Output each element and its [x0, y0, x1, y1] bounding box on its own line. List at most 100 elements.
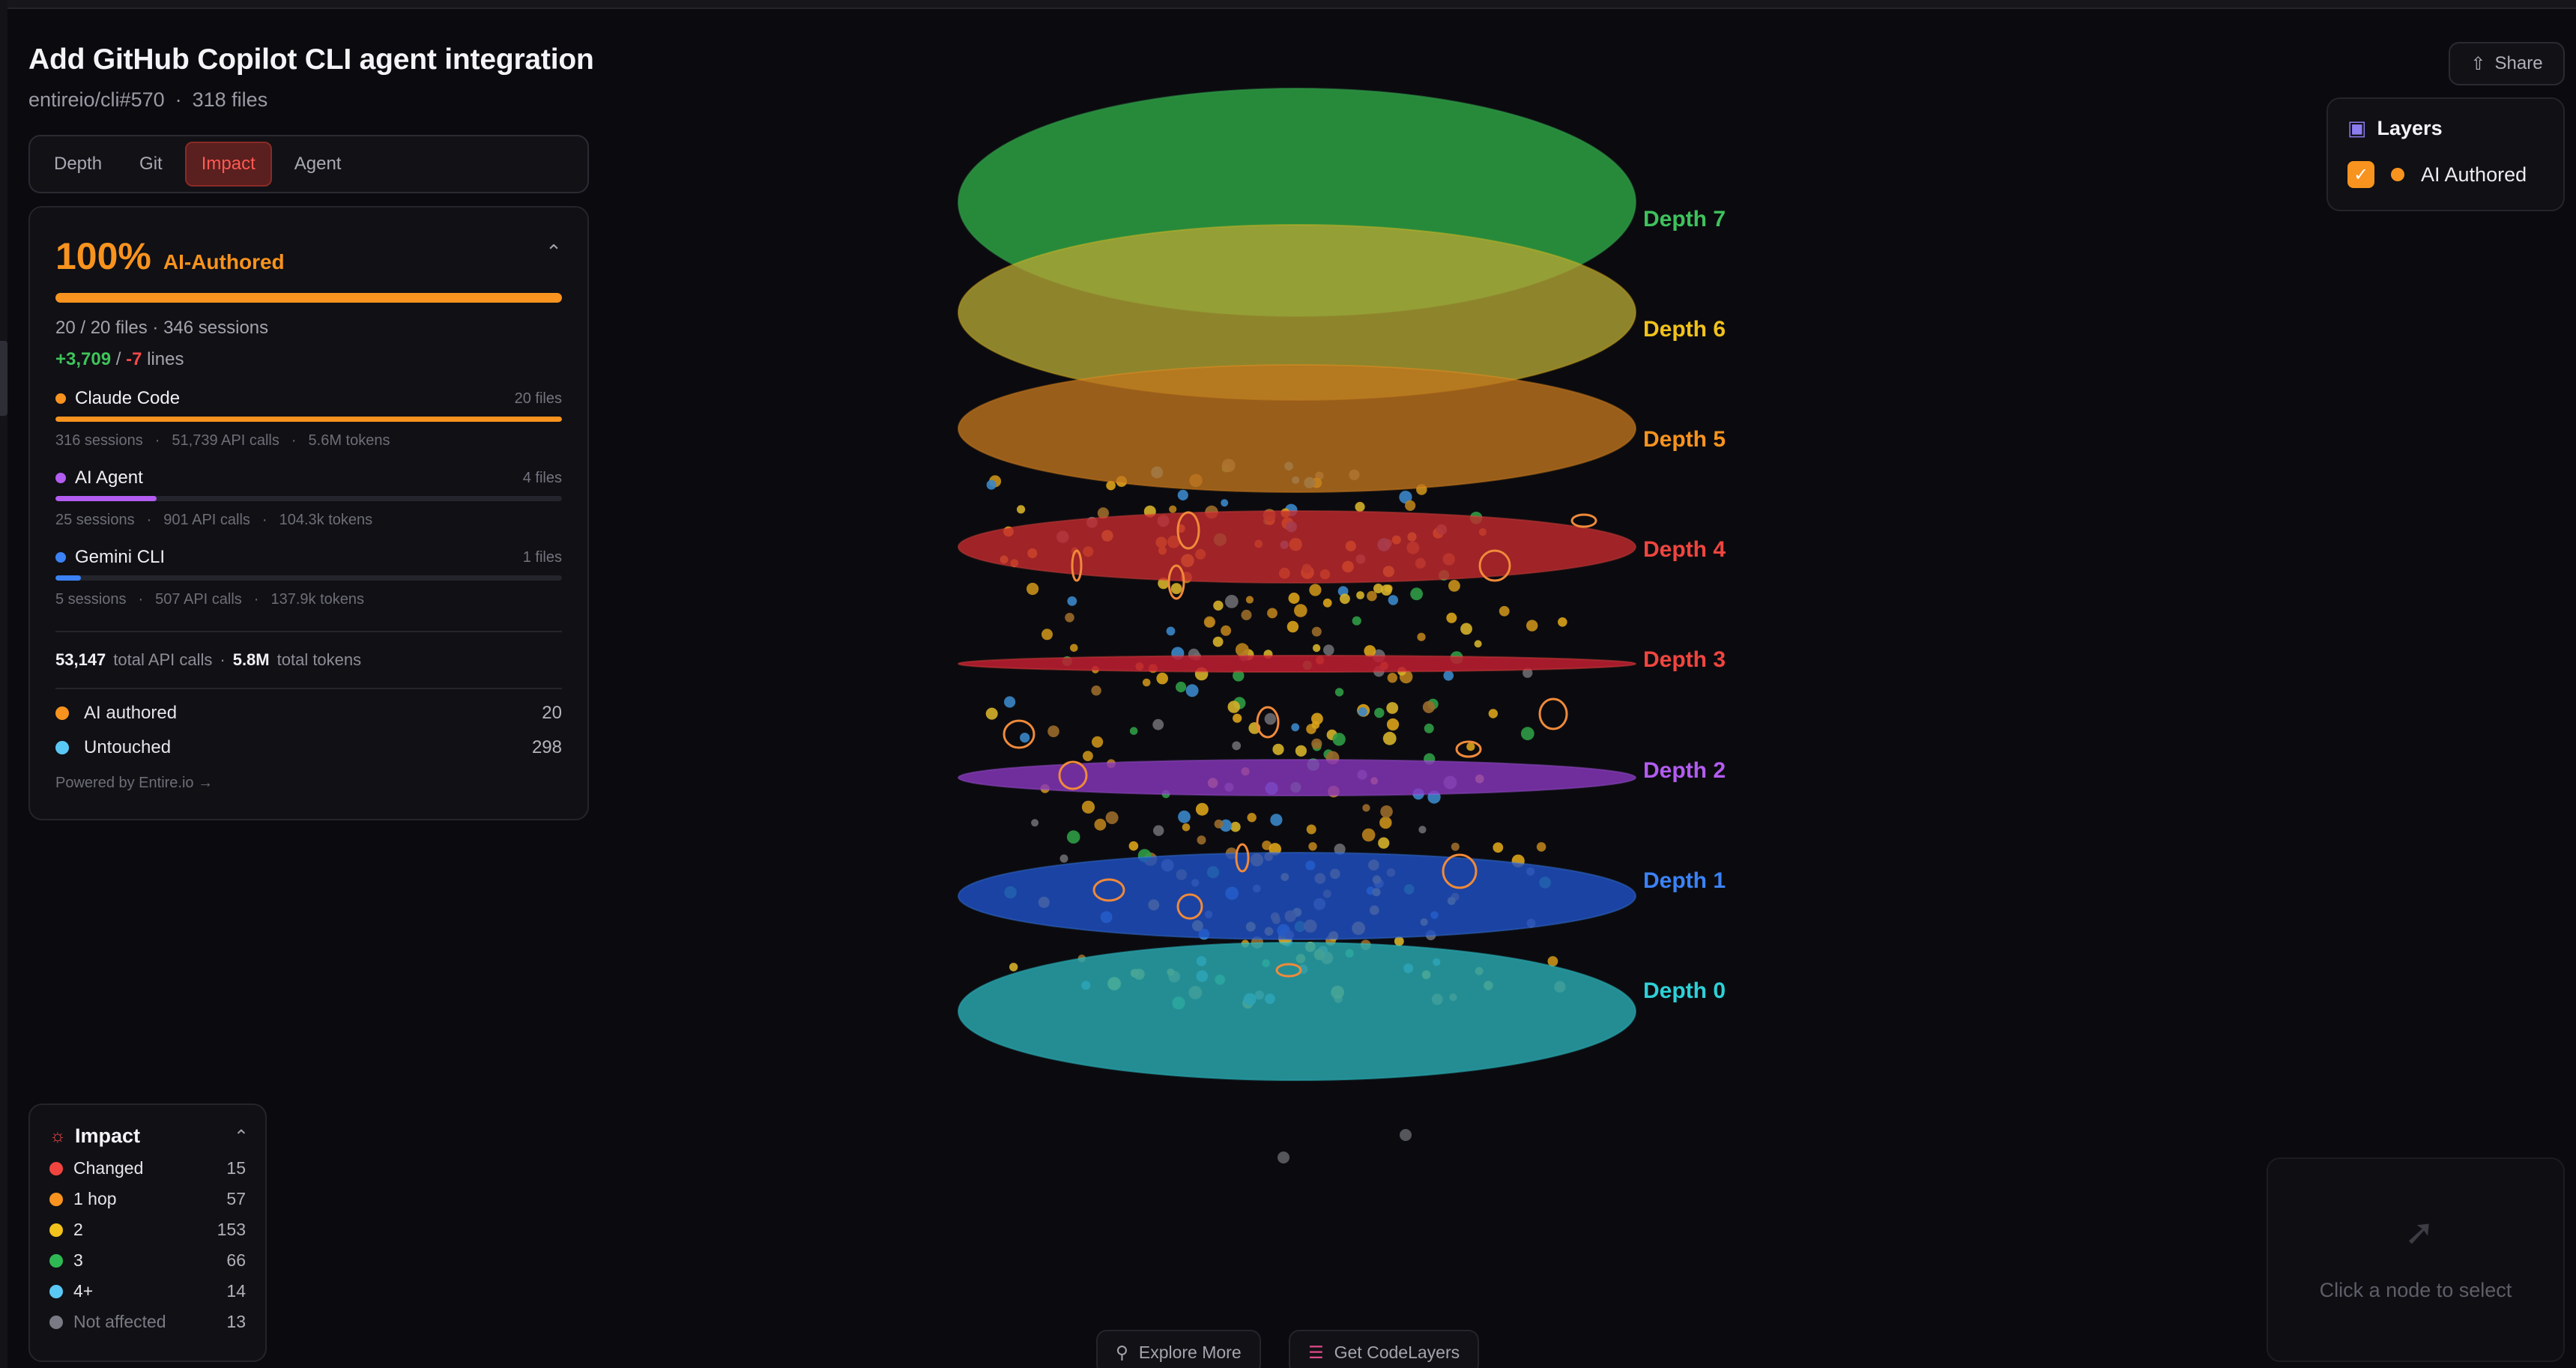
- depth-layer-0[interactable]: [958, 942, 1636, 1081]
- file-node[interactable]: [1374, 707, 1385, 718]
- file-node[interactable]: [1128, 841, 1139, 851]
- file-node[interactable]: [1178, 810, 1191, 823]
- orphan-node[interactable]: [1278, 1151, 1289, 1163]
- file-node[interactable]: [1362, 804, 1370, 812]
- file-node[interactable]: [1387, 673, 1398, 683]
- impact-legend-row[interactable]: 4+ 14: [49, 1281, 246, 1301]
- file-node[interactable]: [1308, 842, 1317, 851]
- file-node[interactable]: [1065, 613, 1074, 623]
- check-icon[interactable]: ✓: [2347, 161, 2374, 188]
- authorship-legend-row[interactable]: Untouched 298: [55, 737, 562, 758]
- file-node[interactable]: [1520, 727, 1535, 741]
- file-node[interactable]: [1166, 626, 1176, 636]
- file-node[interactable]: [1558, 617, 1567, 627]
- impact-legend-row[interactable]: 3 66: [49, 1250, 246, 1271]
- file-node[interactable]: [1017, 505, 1026, 514]
- file-node[interactable]: [1092, 736, 1104, 748]
- file-node[interactable]: [1451, 842, 1460, 851]
- changed-file-ring[interactable]: [1538, 697, 1568, 730]
- file-node[interactable]: [1382, 731, 1397, 745]
- file-node[interactable]: [985, 707, 998, 720]
- file-node[interactable]: [1466, 742, 1475, 751]
- file-node[interactable]: [1009, 963, 1018, 972]
- agent-row[interactable]: AI Agent 4 files 25 sessions · 901 API calls…: [55, 467, 562, 529]
- file-node[interactable]: [1288, 593, 1300, 604]
- depth-layer-5[interactable]: [958, 364, 1636, 493]
- file-node[interactable]: [1418, 826, 1427, 834]
- file-node[interactable]: [1367, 590, 1377, 602]
- file-node[interactable]: [1488, 709, 1499, 718]
- chevron-up-icon[interactable]: ⌃: [234, 1126, 249, 1148]
- file-node[interactable]: [1424, 723, 1434, 733]
- impact-legend-row[interactable]: Not affected 13: [49, 1312, 246, 1332]
- file-node[interactable]: [1091, 685, 1101, 696]
- file-node[interactable]: [1067, 596, 1077, 606]
- file-node[interactable]: [1272, 743, 1284, 755]
- file-node[interactable]: [1386, 702, 1399, 714]
- file-node[interactable]: [1340, 593, 1350, 605]
- depth-layer-3[interactable]: [958, 655, 1636, 673]
- file-node[interactable]: [1177, 489, 1188, 501]
- tab-agent[interactable]: Agent: [279, 143, 357, 185]
- depth-layer-4[interactable]: [958, 510, 1636, 584]
- file-node[interactable]: [1027, 582, 1039, 596]
- file-node[interactable]: [1309, 584, 1322, 596]
- file-node[interactable]: [1170, 583, 1182, 594]
- file-node[interactable]: [1247, 813, 1257, 823]
- file-node[interactable]: [1142, 678, 1151, 687]
- file-node[interactable]: [1311, 738, 1322, 749]
- file-node[interactable]: [1312, 644, 1321, 653]
- file-node[interactable]: [1410, 587, 1423, 601]
- powered-by-link[interactable]: Powered by Entire.io →: [55, 775, 562, 792]
- file-node[interactable]: [1373, 584, 1383, 593]
- file-node[interactable]: [1081, 800, 1095, 814]
- changed-file-ring[interactable]: [1570, 513, 1597, 528]
- file-node[interactable]: [1105, 811, 1119, 824]
- file-node[interactable]: [1232, 741, 1242, 751]
- file-node[interactable]: [1270, 814, 1283, 826]
- file-node[interactable]: [1094, 818, 1107, 831]
- file-node[interactable]: [1295, 745, 1307, 757]
- file-node[interactable]: [1358, 707, 1367, 717]
- file-node[interactable]: [1245, 596, 1254, 604]
- file-node[interactable]: [1221, 625, 1232, 636]
- file-node[interactable]: [1460, 623, 1472, 635]
- file-node[interactable]: [1156, 672, 1168, 685]
- file-node[interactable]: [1230, 821, 1241, 832]
- file-node[interactable]: [1443, 671, 1454, 681]
- file-node[interactable]: [1020, 733, 1030, 743]
- changed-file-ring[interactable]: [1003, 719, 1035, 749]
- file-node[interactable]: [1448, 580, 1460, 592]
- file-node[interactable]: [1004, 696, 1016, 708]
- file-node[interactable]: [1185, 684, 1199, 697]
- orphan-node[interactable]: [1400, 1129, 1412, 1141]
- file-node[interactable]: [1355, 501, 1365, 512]
- tab-git[interactable]: Git: [124, 143, 178, 185]
- file-node[interactable]: [1332, 733, 1346, 746]
- file-node[interactable]: [1227, 700, 1240, 713]
- file-node[interactable]: [1070, 644, 1078, 653]
- impact-legend-row[interactable]: 2 153: [49, 1220, 246, 1240]
- file-node[interactable]: [1235, 643, 1249, 657]
- impact-legend-row[interactable]: Changed 15: [49, 1158, 246, 1178]
- file-node[interactable]: [1083, 751, 1093, 761]
- file-node[interactable]: [1536, 842, 1546, 852]
- file-node[interactable]: [1241, 609, 1252, 620]
- file-node[interactable]: [1224, 595, 1239, 608]
- file-node[interactable]: [1267, 608, 1278, 619]
- file-node[interactable]: [1203, 616, 1215, 628]
- file-node[interactable]: [1047, 725, 1059, 737]
- layer-toggle-ai-authored[interactable]: ✓ AI Authored: [2347, 161, 2544, 188]
- get-codelayers-button[interactable]: ☰ Get CodeLayers: [1289, 1330, 1480, 1368]
- file-node[interactable]: [1474, 640, 1482, 648]
- file-node[interactable]: [1380, 805, 1393, 818]
- explore-more-button[interactable]: ⚲ Explore More: [1096, 1330, 1261, 1368]
- file-node[interactable]: [1405, 500, 1416, 511]
- file-node[interactable]: [1526, 620, 1538, 632]
- tab-impact[interactable]: Impact: [184, 142, 272, 187]
- depth-layer-1[interactable]: [958, 852, 1636, 940]
- file-node[interactable]: [1499, 605, 1510, 617]
- file-node[interactable]: [1233, 713, 1242, 723]
- file-node[interactable]: [1334, 688, 1344, 697]
- file-node[interactable]: [1356, 591, 1364, 599]
